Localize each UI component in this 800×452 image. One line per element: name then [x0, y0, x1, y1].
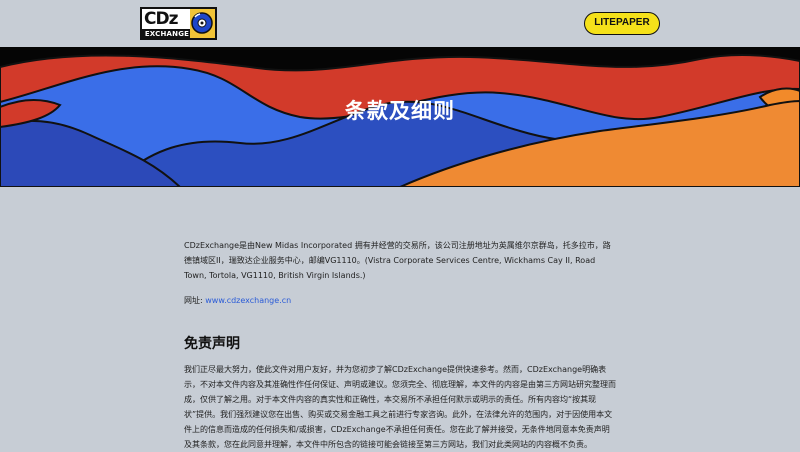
cdz-exchange-logo[interactable]: CDz EXCHANGE	[140, 7, 217, 40]
logo-subtext: EXCHANGE	[142, 29, 192, 39]
disc-icon	[190, 9, 215, 38]
intro-section: CDzExchange是由New Midas Incorporated 拥有并经…	[184, 238, 616, 283]
page-title: 条款及细则	[345, 99, 455, 123]
litepaper-button[interactable]: LITEPAPER	[584, 12, 660, 35]
disclaimer-body: 我们正尽最大努力，使此文件对用户友好，并为您初步了解CDzExchange提供快…	[184, 365, 616, 449]
disclaimer-heading: 免责声明	[184, 336, 240, 352]
top-header: CDz EXCHANGE LITEPAPER	[0, 0, 800, 47]
website-line: 网址: www.cdzexchange.cn	[184, 295, 291, 306]
company-intro-paragraph: CDzExchange是由New Midas Incorporated 拥有并经…	[184, 241, 611, 280]
logo-text: CDz	[144, 9, 178, 29]
website-link[interactable]: www.cdzexchange.cn	[205, 296, 291, 305]
hero-banner: 条款及细则	[0, 47, 800, 187]
website-label: 网址:	[184, 296, 206, 305]
